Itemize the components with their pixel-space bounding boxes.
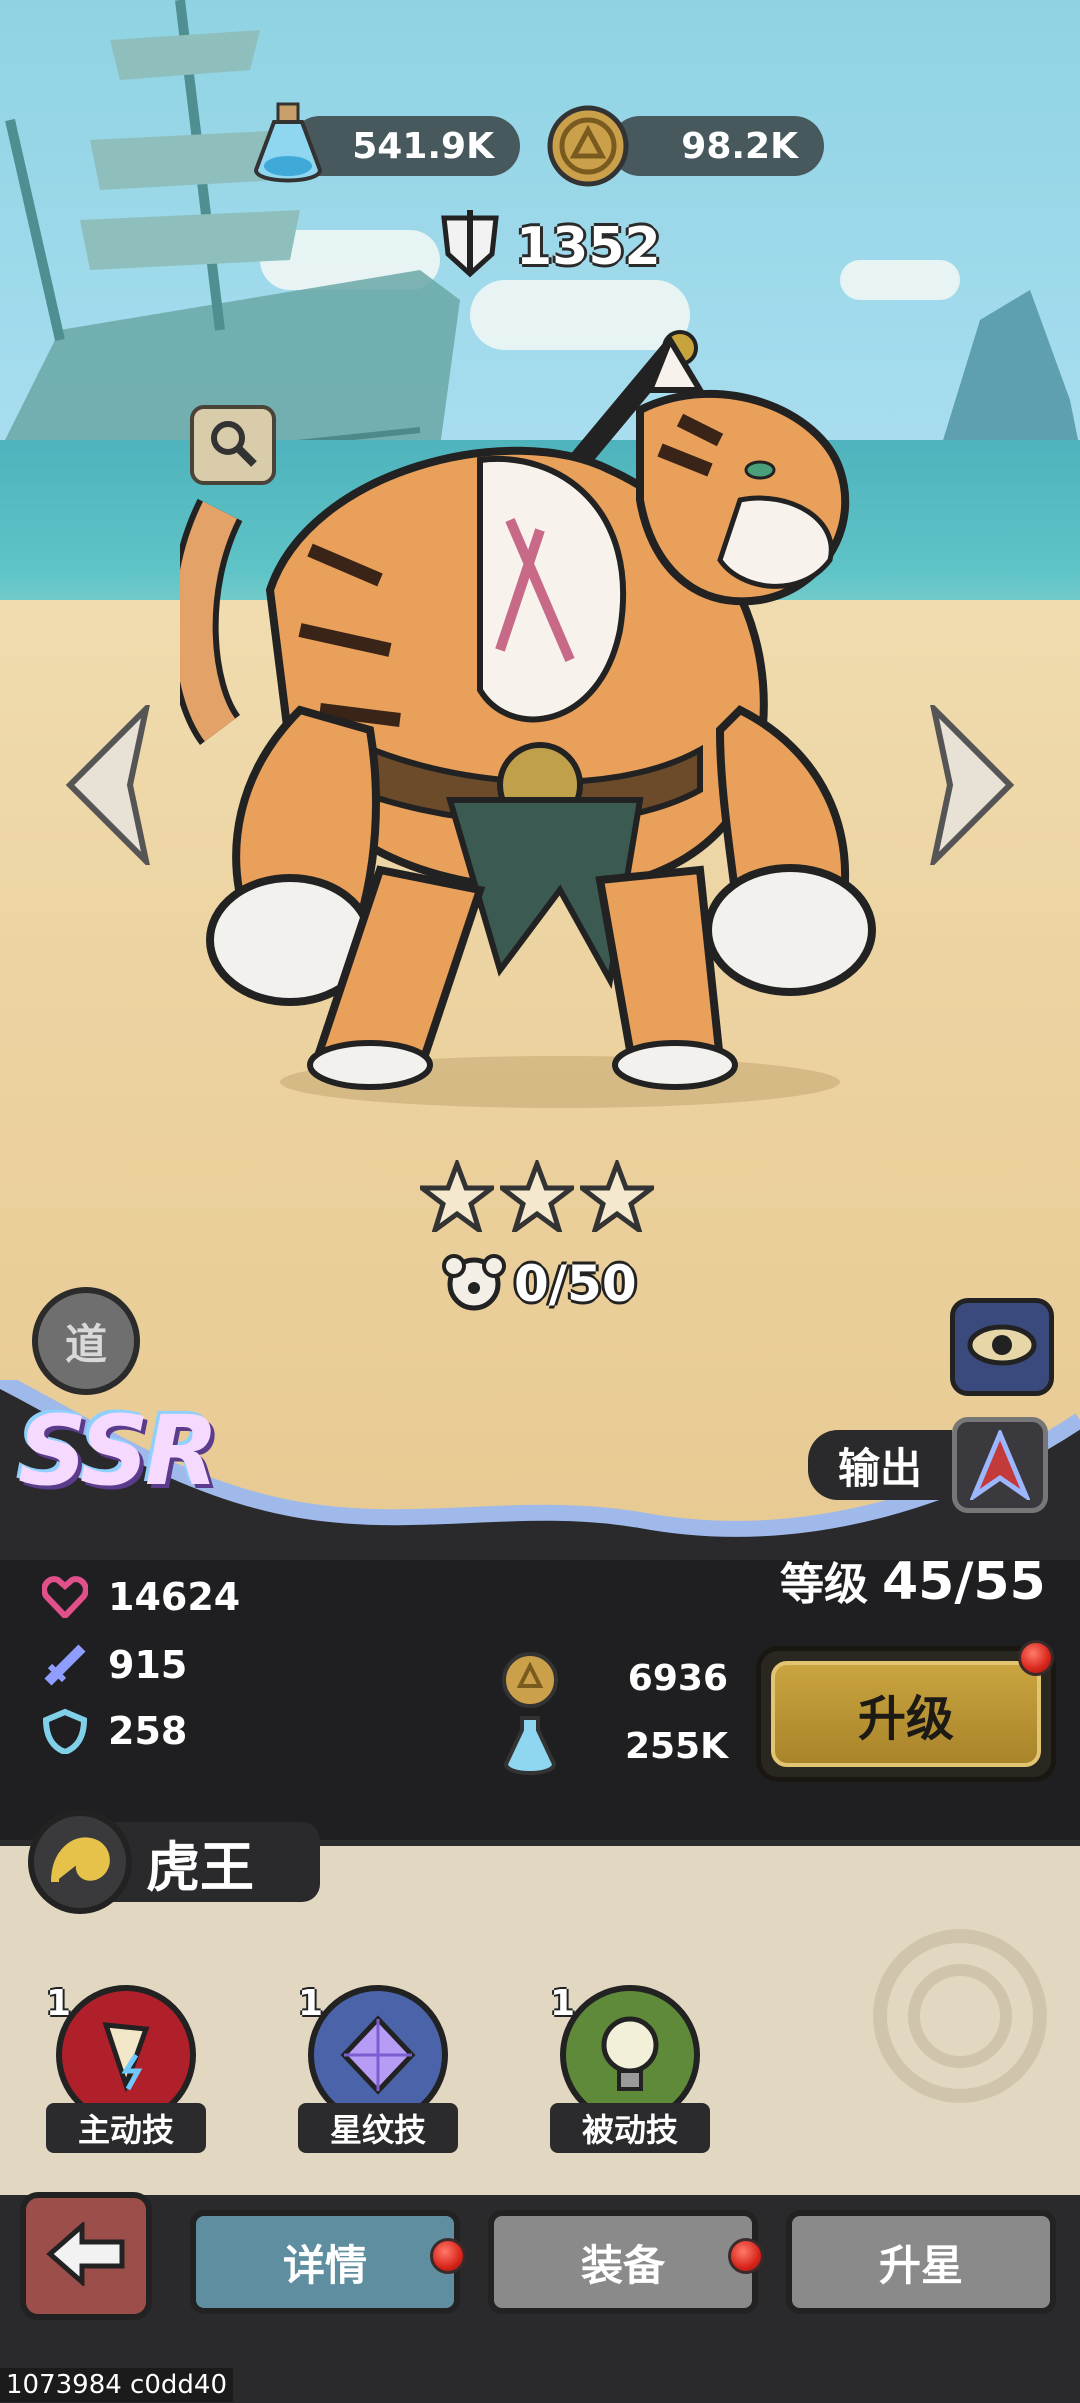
skill-level: 1 <box>298 1983 324 2024</box>
star-icon <box>414 1156 500 1237</box>
heart-icon <box>40 1572 90 1622</box>
upgrade-button-label: 升级 <box>771 1661 1041 1767</box>
eye-emblem-icon <box>966 1315 1038 1379</box>
stat-hp: 14624 <box>40 1572 240 1622</box>
tiger-shard-icon <box>440 1252 506 1316</box>
details-notification-dot <box>430 2238 466 2274</box>
skill-label: 星纹技 <box>298 2103 458 2153</box>
coin-icon <box>500 1650 560 1714</box>
skin-button[interactable] <box>950 1298 1054 1396</box>
potion-icon <box>248 100 328 194</box>
faction-spiral-icon <box>28 1810 132 1914</box>
tab-label: 升星 <box>878 2240 963 2290</box>
sword-icon <box>40 1640 90 1690</box>
upgrade-potion-cost: 255K <box>624 1726 728 1767</box>
previous-hero-button[interactable] <box>60 699 156 871</box>
defense-value: 258 <box>108 1709 188 1753</box>
upgrade-coin-cost: 6936 <box>627 1658 728 1699</box>
rarity-badge: SSR <box>18 1395 219 1507</box>
tab-equipment[interactable]: 装备 <box>488 2210 758 2314</box>
upgrade-button[interactable]: 升级 <box>756 1646 1056 1782</box>
potion-amount: 541.9K <box>352 125 494 167</box>
combat-power: 1352 <box>432 210 661 284</box>
attack-value: 915 <box>108 1643 188 1687</box>
star-rating <box>414 1156 660 1237</box>
sword-shield-icon <box>432 210 508 284</box>
chevron-right-icon <box>924 699 1020 871</box>
stat-attack: 915 <box>40 1640 187 1690</box>
skill-passive[interactable]: 1 被动技 <box>550 1983 710 2155</box>
coin-amount: 98.2K <box>681 125 798 167</box>
spiral-emblem-icon <box>873 1929 1047 2103</box>
faction-badge[interactable]: 道 <box>32 1287 140 1395</box>
star-icon <box>494 1156 580 1237</box>
skill-level: 1 <box>550 1983 576 2024</box>
potion-icon <box>502 1714 558 1784</box>
role-indicator[interactable]: 输出 <box>808 1417 1049 1513</box>
back-button[interactable] <box>20 2192 152 2320</box>
role-label: 输出 <box>808 1430 953 1500</box>
skill-label: 主动技 <box>46 2103 206 2153</box>
equipment-notification-dot <box>728 2238 764 2274</box>
upgrade-cost: 6936 255K <box>500 1650 740 1780</box>
hero-level: 等级 45/55 <box>780 1548 1046 1612</box>
tab-label: 详情 <box>282 2240 367 2290</box>
coin-icon <box>546 104 630 192</box>
level-label: 等级 <box>780 1559 868 1610</box>
combat-power-value: 1352 <box>516 217 661 277</box>
faction-badge-label: 道 <box>64 1319 107 1369</box>
hero-name: 虎王 <box>146 1835 254 1899</box>
next-hero-button[interactable] <box>924 699 1020 871</box>
zoom-view-button[interactable] <box>190 405 276 485</box>
skill-active[interactable]: 1 主动技 <box>46 1983 206 2155</box>
tiger-king-illustration <box>180 330 876 1108</box>
tab-details[interactable]: 详情 <box>190 2210 460 2314</box>
hero-shards[interactable]: 0/50 <box>440 1252 637 1316</box>
star-icon <box>574 1156 660 1237</box>
shield-icon <box>40 1706 90 1756</box>
back-arrow-icon <box>46 2220 126 2290</box>
magnifier-icon <box>208 418 258 472</box>
rock-illustration <box>940 290 1080 450</box>
damage-role-icon <box>952 1417 1049 1513</box>
level-value: 45/55 <box>882 1552 1046 1612</box>
skill-level: 1 <box>46 1983 72 2024</box>
coin-resource-pill[interactable]: 98.2K <box>610 116 824 176</box>
upgrade-notification-dot <box>1018 1640 1054 1676</box>
tab-star-up[interactable]: 升星 <box>786 2210 1056 2314</box>
hero-name-tag: 虎王 <box>28 1810 320 1914</box>
stat-defense: 258 <box>40 1706 187 1756</box>
skill-star-pattern[interactable]: 1 星纹技 <box>298 1983 458 2155</box>
hp-value: 14624 <box>108 1575 241 1619</box>
chevron-left-icon <box>60 699 156 871</box>
watermark-text: 1073984 c0dd40 <box>0 2368 233 2402</box>
shards-count: 0/50 <box>514 1255 637 1313</box>
tab-label: 装备 <box>580 2240 665 2290</box>
skill-label: 被动技 <box>550 2103 710 2153</box>
